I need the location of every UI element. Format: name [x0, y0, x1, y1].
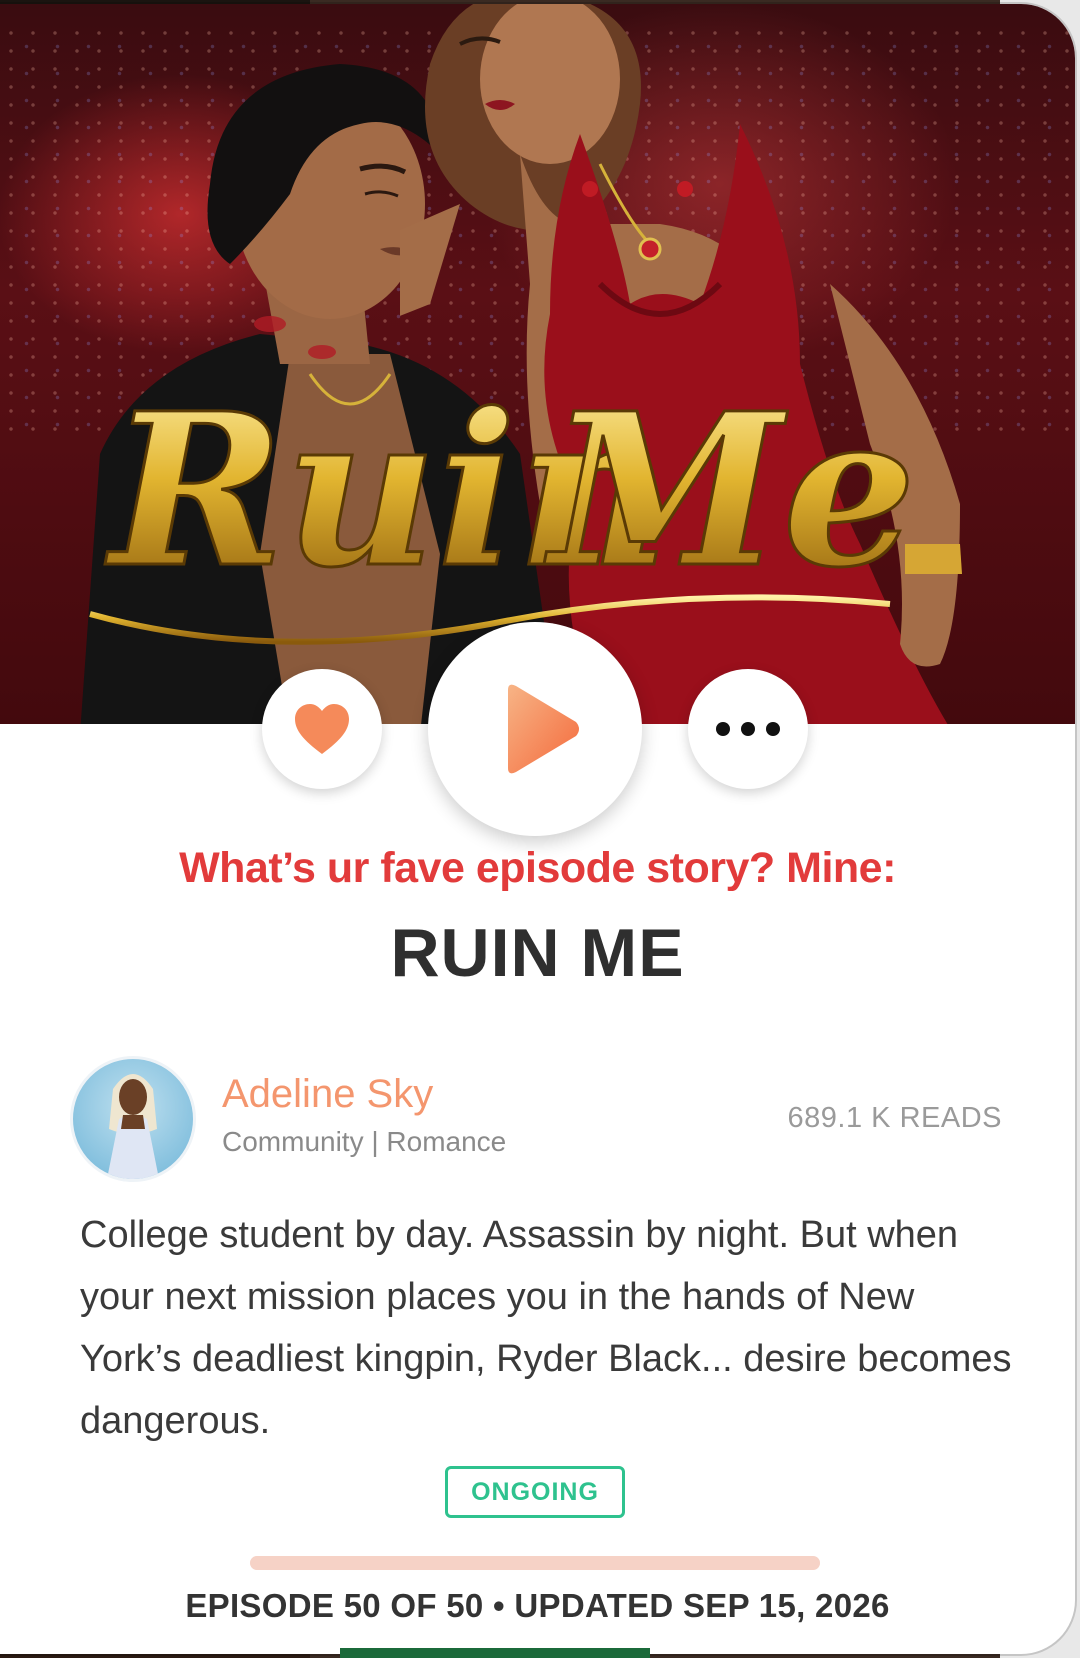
- play-button[interactable]: [428, 622, 642, 836]
- screen: Ruin Me What’s ur fave episode story? Mi…: [0, 0, 1080, 1658]
- bottom-peek-element: [340, 1648, 650, 1658]
- status-badge: ONGOING: [445, 1466, 625, 1518]
- story-description: College student by day. Assassin by nigh…: [80, 1214, 1012, 1442]
- play-icon: [508, 684, 579, 774]
- episode-progress-fill: [250, 1556, 820, 1570]
- cover-title-me: Me: [544, 367, 916, 614]
- more-dots-icon: [716, 722, 780, 736]
- promo-text: What’s ur fave episode story? Mine:: [179, 844, 896, 892]
- avatar-figure: [107, 1074, 159, 1179]
- story-cover-image[interactable]: Ruin Me: [0, 4, 1075, 724]
- like-button[interactable]: [262, 669, 382, 789]
- read-count: 689.1 K READS: [787, 1102, 1002, 1134]
- story-title: RUIN ME: [390, 915, 685, 991]
- more-options-button[interactable]: [688, 669, 808, 789]
- episode-progress-bar: [250, 1556, 820, 1570]
- episode-info: EPISODE 50 OF 50 • UPDATED SEP 15, 2026: [185, 1587, 890, 1624]
- heart-icon: [295, 704, 349, 754]
- author-avatar[interactable]: [70, 1056, 196, 1182]
- story-category: Community | Romance: [222, 1126, 507, 1157]
- story-card: Ruin Me What’s ur fave episode story? Mi…: [0, 4, 1075, 1654]
- author-name[interactable]: Adeline Sky: [222, 1072, 433, 1117]
